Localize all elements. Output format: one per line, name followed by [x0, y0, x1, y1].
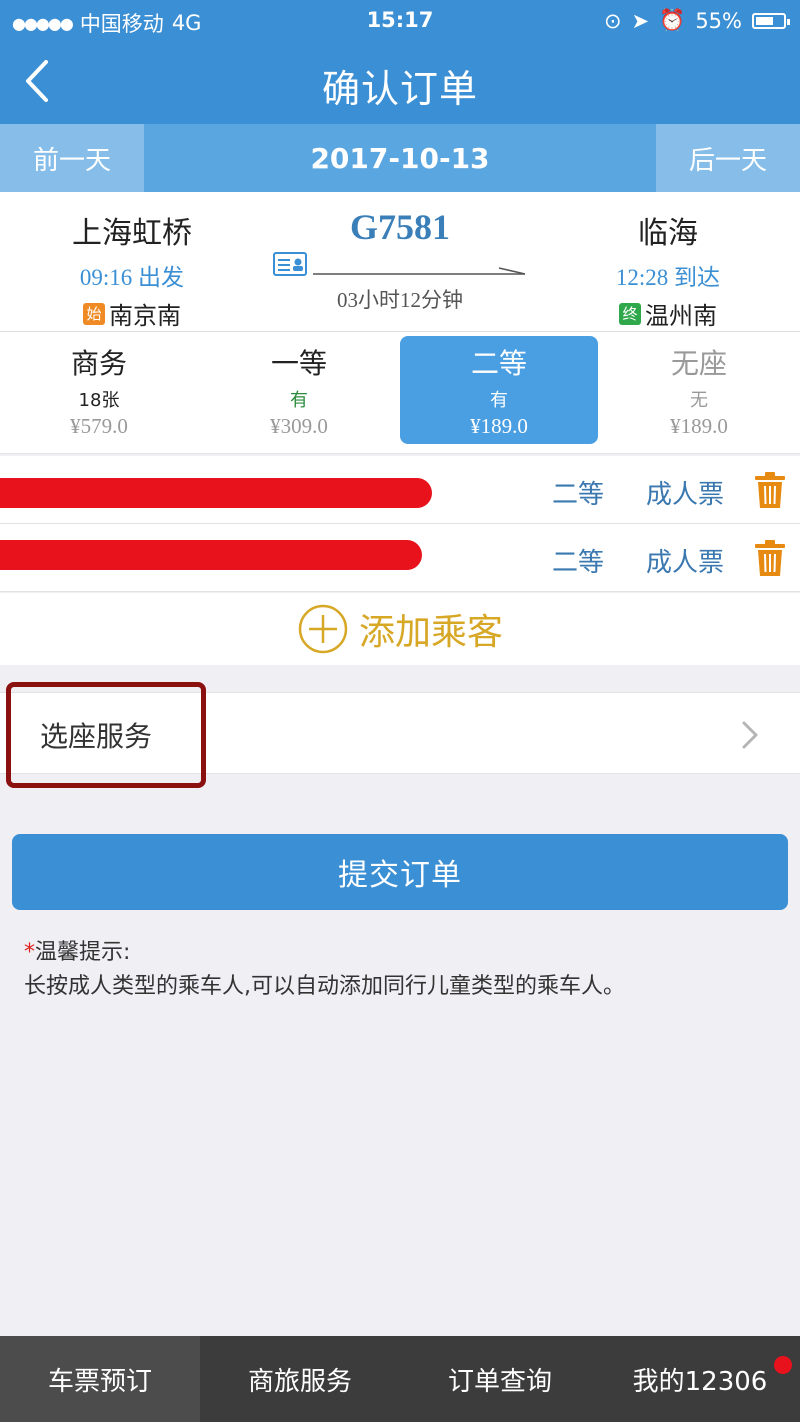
passenger-row[interactable]: 二等 成人票	[0, 456, 800, 524]
terminal-tag: 终	[619, 302, 641, 325]
chevron-right-icon	[742, 721, 758, 749]
tab-order-query[interactable]: 订单查询	[400, 1336, 600, 1422]
battery-icon	[752, 12, 790, 29]
add-passenger-content: 添加乘客	[0, 603, 800, 655]
train-info: 上海虹桥 09:16 出发 始 南京南 G7581 03小时12分钟 临海 12…	[0, 192, 800, 332]
date-bar: 前一天 2017-10-13 后一天	[0, 124, 800, 192]
delete-passenger-icon[interactable]	[752, 470, 788, 510]
prev-day-button[interactable]: 前一天	[0, 124, 144, 192]
route-arrow-icon	[312, 267, 525, 275]
from-station-name: 上海虹桥	[72, 216, 192, 251]
redacted-passenger-name	[0, 478, 432, 508]
highlight-box	[6, 682, 206, 788]
add-passenger-label: 添加乘客	[358, 612, 503, 653]
seat-option-no-seat[interactable]: 无座 无 ¥189.0	[600, 336, 798, 444]
travel-date[interactable]: 2017-10-13	[144, 124, 656, 192]
tab-my-12306[interactable]: 我的12306	[600, 1336, 800, 1422]
add-passenger-button[interactable]: 添加乘客	[0, 593, 800, 665]
seat-availability: 18张	[78, 390, 120, 411]
seat-availability: 有	[490, 390, 508, 411]
seat-availability: 无	[690, 390, 708, 411]
seat-class-name: 二等	[470, 347, 527, 380]
start-station-name: 南京南	[109, 302, 181, 330]
seat-price: ¥189.0	[670, 414, 728, 438]
passenger-row[interactable]: 二等 成人票	[0, 524, 800, 592]
train-number: G7581	[349, 207, 450, 247]
to-station-name: 临海	[638, 216, 698, 251]
depart-time: 09:16 出发	[79, 265, 185, 290]
tip-title-line: *温馨提示:	[24, 936, 784, 970]
status-bar: ●●●●● 中国移动 4G 15:17 ⊙ ➤ ⏰ 55%	[0, 0, 800, 40]
page-title: 确认订单	[321, 67, 478, 111]
departure-station: 上海虹桥 09:16 出发 始 南京南	[12, 208, 252, 331]
seat-option-business[interactable]: 商务 18张 ¥579.0	[0, 336, 198, 444]
tip-title: 温馨提示:	[35, 940, 131, 965]
tab-my-12306-label: 我的12306	[632, 1366, 768, 1397]
add-circle-icon	[298, 604, 348, 654]
passenger-seat-class[interactable]: 二等	[540, 474, 616, 511]
top-bar: ●●●●● 中国移动 4G 15:17 ⊙ ➤ ⏰ 55% 确认订单	[0, 0, 800, 124]
submit-order-button[interactable]: 提交订单	[12, 834, 788, 910]
passenger-ticket-type[interactable]: 成人票	[640, 474, 730, 511]
seat-class-name: 商务	[70, 347, 127, 380]
terminal-station-name: 温州南	[645, 302, 717, 330]
seat-availability: 有	[290, 390, 308, 411]
id-card-icon	[273, 252, 308, 276]
passenger-ticket-type[interactable]: 成人票	[640, 542, 730, 579]
tip-text: 长按成人类型的乘车人,可以自动添加同行儿童类型的乘车人。	[24, 974, 625, 999]
arrival-station: 临海 12:28 到达 终 温州南	[548, 208, 788, 331]
seat-price: ¥579.0	[70, 414, 128, 438]
seat-price: ¥189.0	[470, 414, 528, 438]
required-star: *	[24, 940, 35, 965]
arrive-time: 12:28 到达	[615, 265, 721, 290]
tab-ticket-booking[interactable]: 车票预订	[0, 1336, 200, 1422]
origin-station: 始 南京南	[12, 296, 252, 331]
seat-option-first-class[interactable]: 一等 有 ¥309.0	[200, 336, 398, 444]
passenger-seat-class[interactable]: 二等	[540, 542, 616, 579]
trip-duration: 03小时12分钟	[337, 288, 463, 312]
battery-percent: 55%	[695, 8, 742, 33]
seat-class-selector: 商务 18张 ¥579.0 一等 有 ¥309.0 二等 有 ¥189.0 无座…	[0, 332, 800, 454]
tip-section: *温馨提示: 长按成人类型的乘车人,可以自动添加同行儿童类型的乘车人。	[24, 936, 784, 1004]
delete-passenger-icon[interactable]	[752, 538, 788, 578]
start-tag: 始	[83, 302, 105, 325]
seat-class-name: 无座	[670, 347, 727, 380]
seat-option-second-class[interactable]: 二等 有 ¥189.0	[400, 336, 598, 444]
notification-badge	[774, 1356, 792, 1374]
alarm-icon: ⏰	[659, 8, 686, 32]
tab-business-travel[interactable]: 商旅服务	[200, 1336, 400, 1422]
seat-class-name: 一等	[270, 347, 327, 380]
next-day-button[interactable]: 后一天	[656, 124, 800, 192]
train-summary[interactable]: G7581 03小时12分钟	[270, 206, 530, 314]
terminal-station: 终 温州南	[548, 296, 788, 331]
redacted-passenger-name	[0, 540, 422, 570]
location-icon: ➤	[631, 8, 650, 33]
nav-bar: 确认订单	[0, 40, 800, 124]
seat-price: ¥309.0	[270, 414, 328, 438]
status-right: ⊙ ➤ ⏰ 55%	[603, 8, 790, 33]
bottom-tab-bar: 车票预订 商旅服务 订单查询 我的12306	[0, 1336, 800, 1422]
orientation-lock-icon: ⊙	[603, 8, 622, 33]
